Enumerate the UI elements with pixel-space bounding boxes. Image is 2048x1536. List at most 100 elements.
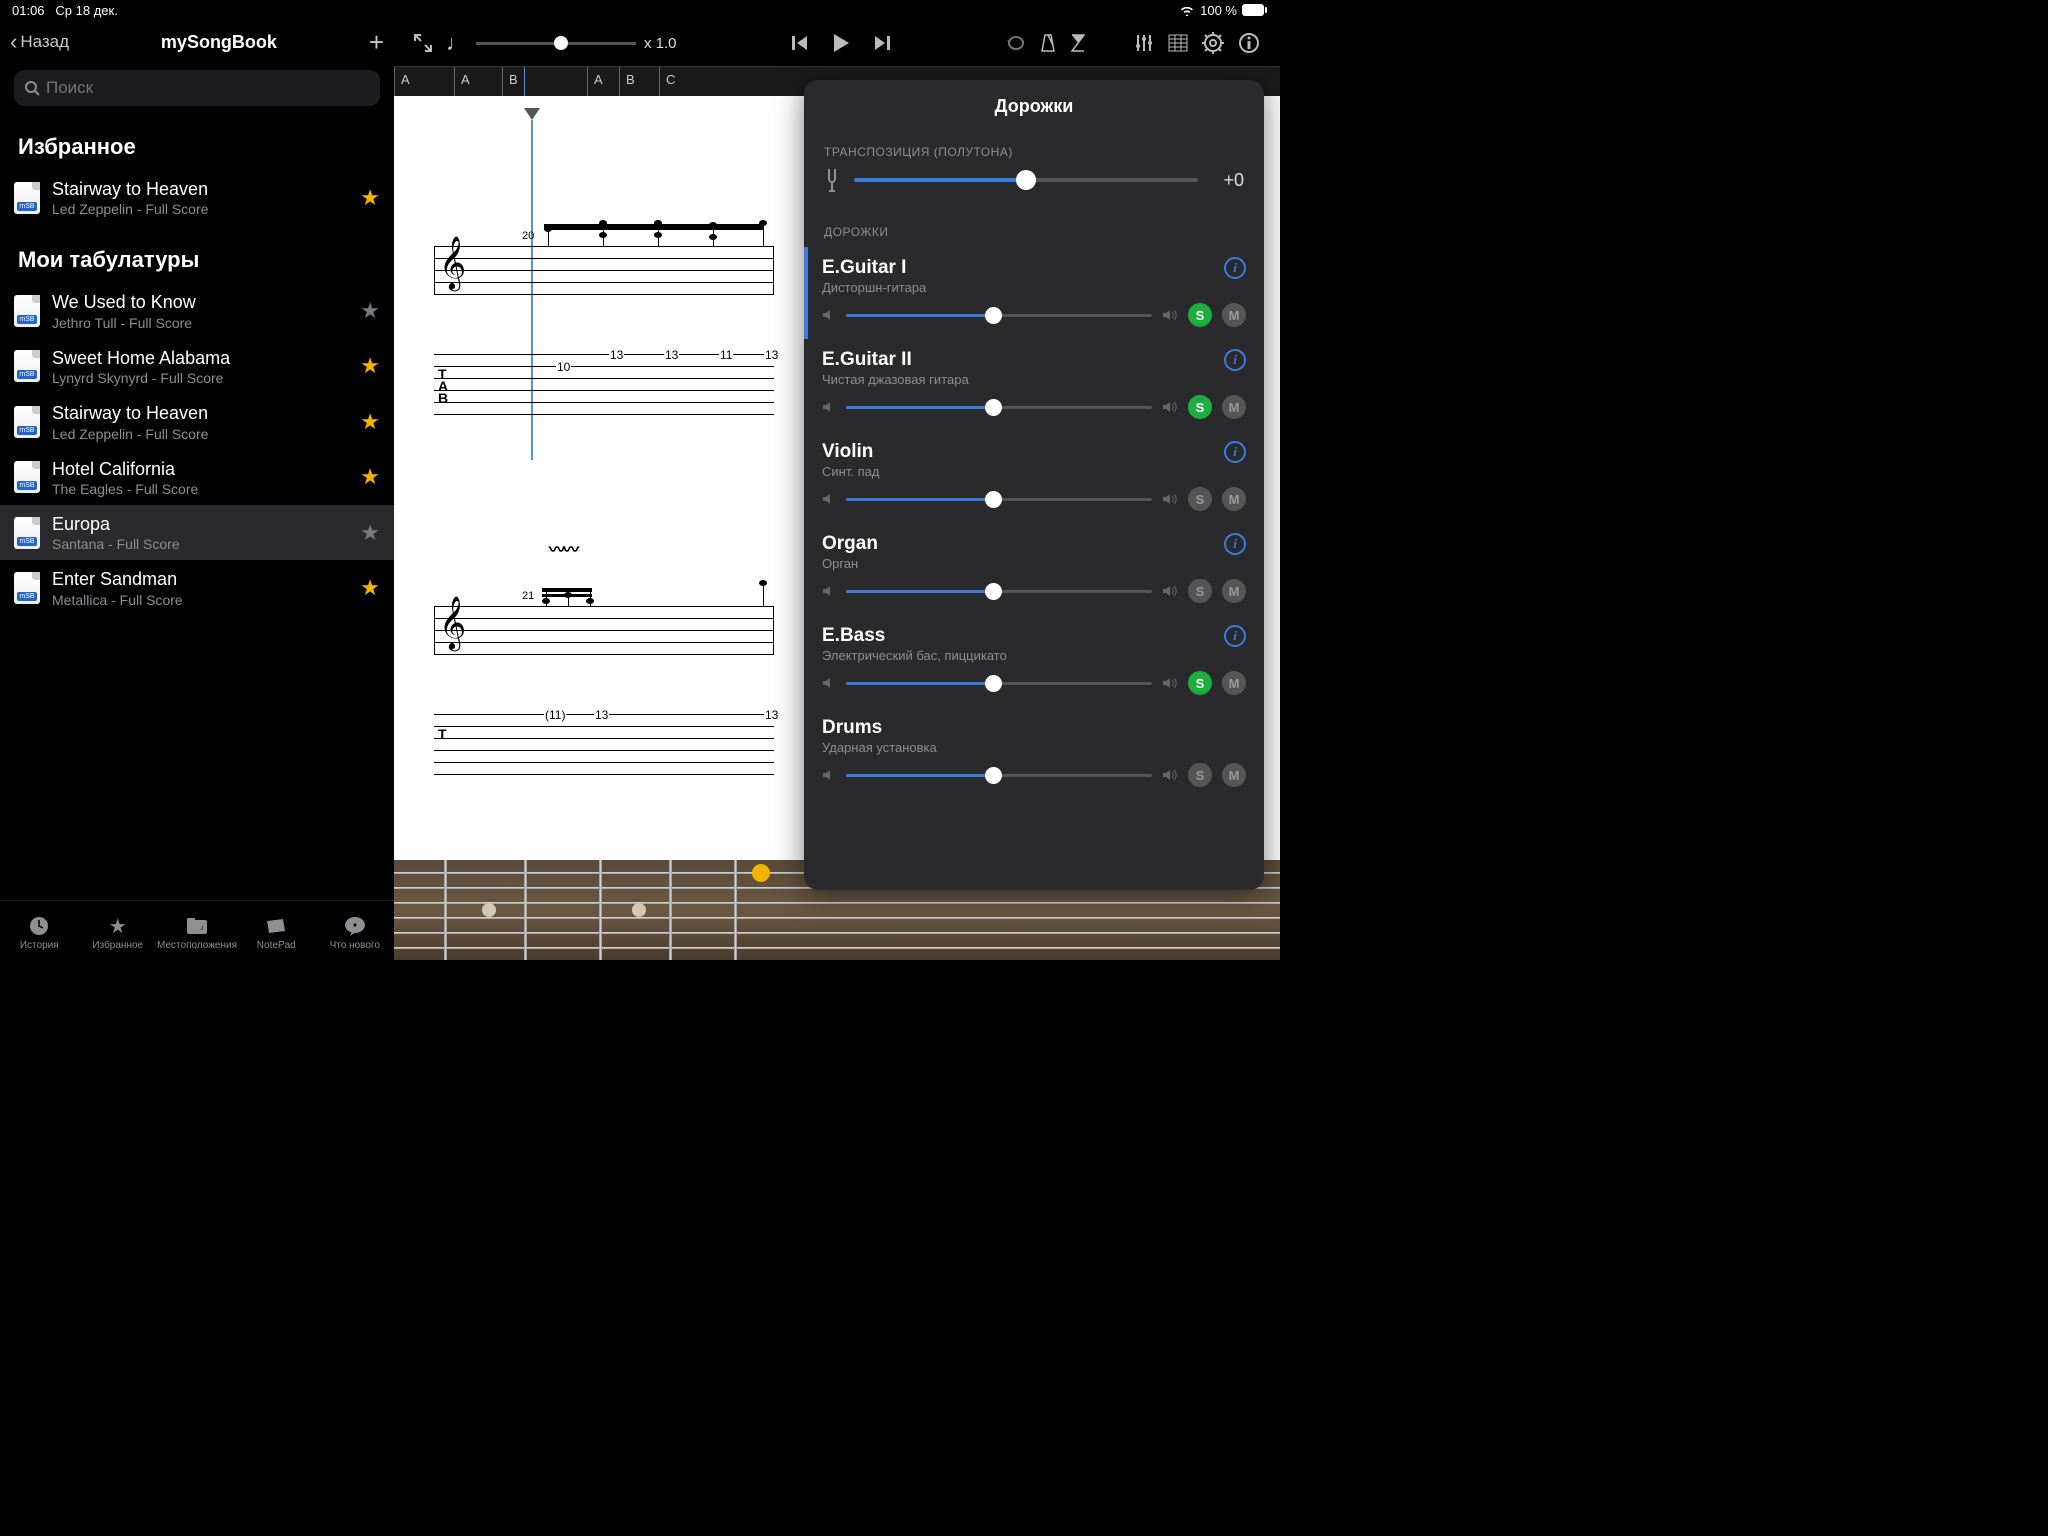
fullscreen-icon[interactable] (414, 34, 432, 52)
song-subtitle: Santana - Full Score (52, 536, 348, 552)
favorite-star[interactable]: ★ (360, 409, 380, 435)
search-input[interactable] (46, 78, 370, 98)
tempo-thumb[interactable] (554, 36, 568, 50)
speaker-min-icon (822, 769, 836, 781)
track-info-button[interactable]: i (1224, 533, 1246, 555)
solo-button[interactable]: S (1188, 579, 1212, 603)
transpose-value: +0 (1212, 170, 1244, 191)
marker[interactable]: C (659, 67, 719, 96)
slider-thumb[interactable] (985, 491, 1002, 508)
track-item[interactable]: E.Bass Электрический бас, пиццикато i S … (804, 615, 1264, 707)
mixer-icon[interactable] (1134, 33, 1154, 53)
tempo-control[interactable]: ♩ x 1.0 (446, 30, 677, 56)
song-row[interactable]: mSB Stairway to Heaven Led Zeppelin - Fu… (0, 394, 394, 449)
mute-button[interactable]: M (1222, 303, 1246, 327)
tab-favorites[interactable]: ★ Избранное (79, 901, 158, 960)
marker[interactable]: A (394, 67, 454, 96)
slider-thumb[interactable] (1016, 170, 1036, 190)
track-item[interactable]: Violin Синт. пад i S M (804, 431, 1264, 523)
song-list[interactable]: Избранное mSB Stairway to Heaven Led Zep… (0, 112, 394, 900)
mute-button[interactable]: M (1222, 487, 1246, 511)
solo-button[interactable]: S (1188, 487, 1212, 511)
search-box[interactable] (14, 70, 380, 106)
favorite-star[interactable]: ★ (360, 298, 380, 324)
song-row[interactable]: mSB Sweet Home Alabama Lynyrd Skynyrd - … (0, 339, 394, 394)
tab-fret: 13 (764, 348, 779, 362)
solo-button[interactable]: S (1188, 763, 1212, 787)
track-info-button[interactable]: i (1224, 257, 1246, 279)
file-icon: mSB (14, 461, 40, 493)
tab-staff: T (11) 13 13 (434, 714, 774, 774)
tab-locations[interactable]: ♪ Местоположения (157, 901, 237, 960)
favorite-star[interactable]: ★ (360, 520, 380, 546)
play-icon[interactable] (830, 32, 852, 54)
transpose-slider[interactable] (854, 178, 1198, 182)
marker[interactable]: B (502, 67, 587, 96)
volume-slider[interactable] (846, 314, 1152, 317)
song-row[interactable]: mSB Stairway to Heaven Led Zeppelin - Fu… (0, 170, 394, 225)
mute-button[interactable]: M (1222, 579, 1246, 603)
measure-number: 20 (522, 230, 534, 242)
volume-slider[interactable] (846, 682, 1152, 685)
favorite-star[interactable]: ★ (360, 353, 380, 379)
song-row[interactable]: mSB Enter Sandman Metallica - Full Score… (0, 560, 394, 615)
tab-notepad[interactable]: NotePad (237, 901, 316, 960)
track-instrument: Электрический бас, пиццикато (822, 648, 1007, 663)
slider-thumb[interactable] (985, 399, 1002, 416)
skip-fwd-icon[interactable] (872, 33, 892, 53)
track-info-button[interactable]: i (1224, 625, 1246, 647)
mute-button[interactable]: M (1222, 763, 1246, 787)
song-row[interactable]: mSB Europa Santana - Full Score ★ (0, 505, 394, 560)
track-item[interactable]: Drums Ударная установка S M (804, 707, 1264, 799)
tab-history[interactable]: История (0, 901, 79, 960)
marker[interactable]: A (587, 67, 619, 96)
speaker-min-icon (822, 401, 836, 413)
info-icon[interactable] (1238, 32, 1260, 54)
wifi-icon (1179, 4, 1195, 16)
song-row[interactable]: mSB We Used to Know Jethro Tull - Full S… (0, 283, 394, 338)
speaker-max-icon (1162, 309, 1178, 321)
song-title: Europa (52, 513, 348, 536)
marker[interactable]: B (619, 67, 659, 96)
slider-thumb[interactable] (985, 675, 1002, 692)
marker[interactable]: A (454, 67, 502, 96)
favorite-star[interactable]: ★ (360, 464, 380, 490)
track-item[interactable]: Organ Орган i S M (804, 523, 1264, 615)
tab-label: Избранное (92, 940, 143, 951)
track-info-button[interactable]: i (1224, 349, 1246, 371)
volume-slider[interactable] (846, 498, 1152, 501)
countdown-icon[interactable] (1070, 33, 1086, 53)
solo-button[interactable]: S (1188, 303, 1212, 327)
favorite-star[interactable]: ★ (360, 575, 380, 601)
add-button[interactable]: + (369, 27, 384, 58)
favorite-star[interactable]: ★ (360, 185, 380, 211)
settings-icon[interactable] (1202, 32, 1224, 54)
track-item[interactable]: E.Guitar I Дисторшн-гитара i S M (804, 247, 1264, 339)
skip-back-icon[interactable] (790, 33, 810, 53)
search-icon (24, 80, 40, 96)
volume-slider[interactable] (846, 590, 1152, 593)
fretboard-icon[interactable] (1168, 34, 1188, 52)
tab-whatsnew[interactable]: Что нового (316, 901, 395, 960)
song-text: We Used to Know Jethro Tull - Full Score (52, 291, 348, 330)
solo-button[interactable]: S (1188, 671, 1212, 695)
slider-thumb[interactable] (985, 767, 1002, 784)
loop-icon[interactable] (1006, 34, 1026, 52)
metronome-icon[interactable] (1040, 33, 1056, 53)
volume-slider[interactable] (846, 774, 1152, 777)
volume-slider[interactable] (846, 406, 1152, 409)
bottom-tabs: История ★ Избранное ♪ Местоположения Not… (0, 900, 394, 960)
speaker-max-icon (1162, 493, 1178, 505)
track-info-button[interactable]: i (1224, 441, 1246, 463)
track-item[interactable]: E.Guitar II Чистая джазовая гитара i S M (804, 339, 1264, 431)
speaker-max-icon (1162, 401, 1178, 413)
back-button[interactable]: ‹ Назад (10, 29, 69, 55)
mute-button[interactable]: M (1222, 395, 1246, 419)
slider-thumb[interactable] (985, 583, 1002, 600)
solo-button[interactable]: S (1188, 395, 1212, 419)
speaker-max-icon (1162, 677, 1178, 689)
slider-thumb[interactable] (985, 307, 1002, 324)
song-row[interactable]: mSB Hotel California The Eagles - Full S… (0, 450, 394, 505)
tempo-track[interactable] (476, 42, 636, 45)
mute-button[interactable]: M (1222, 671, 1246, 695)
